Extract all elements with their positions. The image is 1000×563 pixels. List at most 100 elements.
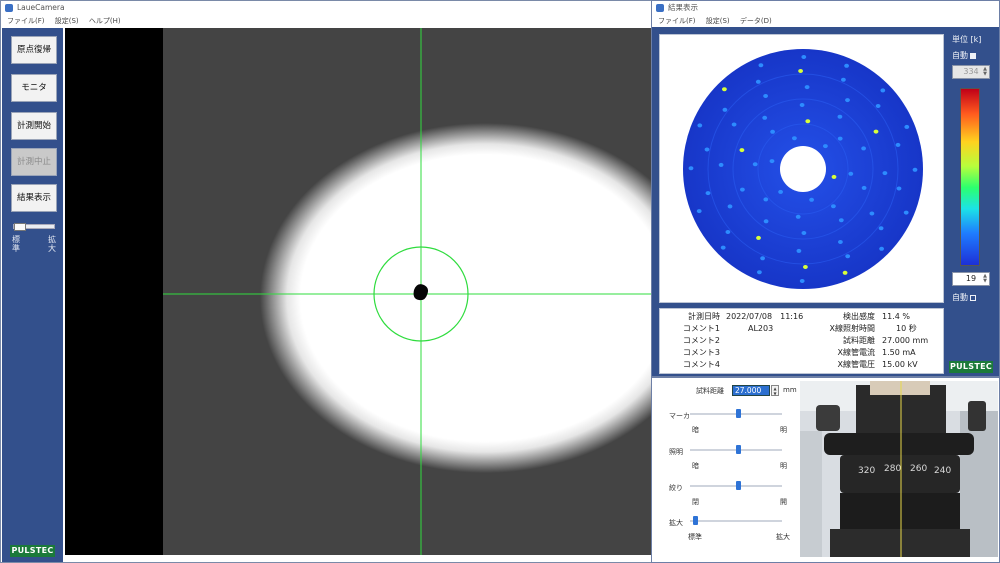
diffraction-spot <box>720 245 726 250</box>
distance-stepper[interactable]: ▲ ▼ <box>771 385 779 396</box>
diffraction-spot <box>798 69 803 73</box>
menu-help[interactable]: ヘルプ(H) <box>89 17 121 25</box>
diffraction-spot <box>842 270 848 275</box>
sample-stage-photo: 320 280 260 240 <box>800 381 998 557</box>
info-row: コメント2 試料距離 27.000 mm <box>660 335 943 347</box>
max-value-spinbox[interactable]: 334 ▲ ▼ <box>952 65 990 79</box>
auto-top-checkbox[interactable] <box>970 52 976 59</box>
diffraction-spot <box>875 104 881 108</box>
camera-zoom-slider[interactable] <box>690 516 782 525</box>
camera-view[interactable] <box>65 28 655 555</box>
zoom-enlarge-label: 拡大 <box>48 235 56 253</box>
diffraction-spot <box>882 171 888 176</box>
diffraction-spot <box>912 167 918 172</box>
main-window-title: LaueCamera <box>17 3 65 12</box>
zoom-enlarge-label-ctl: 拡大 <box>776 533 790 541</box>
diffraction-spot <box>805 119 811 124</box>
auto-top-row[interactable]: 自動 <box>952 50 976 61</box>
aperture-label: 絞り <box>669 484 683 492</box>
measure-stop-button[interactable]: 計測中止 <box>11 148 57 176</box>
aperture-slider[interactable] <box>690 481 782 490</box>
info-value: 2022/07/08 11:16 <box>726 312 804 321</box>
marker-slider[interactable] <box>690 409 782 418</box>
beam-stop-spot <box>413 284 428 301</box>
info-row: コメント1 AL203 X線照射時間 10 秒 <box>660 323 943 335</box>
monitor-button[interactable]: モニタ <box>11 74 57 102</box>
diffraction-spot <box>718 162 724 167</box>
info-key: 検出感度 <box>843 312 875 321</box>
unit-label: 単位 [k] <box>952 35 982 44</box>
dial-number: 280 <box>884 464 901 474</box>
diffraction-spot <box>705 191 711 196</box>
info-key: X線管電圧 <box>837 360 875 369</box>
info-value: 11.4 % <box>882 312 910 321</box>
diffraction-spot <box>845 254 851 259</box>
diffraction-spot <box>770 129 775 134</box>
marker-label: マーカ <box>669 412 690 420</box>
menu-settings[interactable]: 設定(S) <box>55 17 79 25</box>
diffraction-spot <box>801 55 807 59</box>
diffraction-spot <box>801 231 807 235</box>
diffraction-spot <box>848 171 854 176</box>
diffraction-spot <box>903 210 909 215</box>
zoom-slider[interactable] <box>13 223 55 231</box>
result-app-icon <box>656 4 664 12</box>
diffraction-spot <box>752 162 758 167</box>
min-value-spinbox[interactable]: 19 ▲ ▼ <box>952 272 990 286</box>
zoom-slider-thumb[interactable] <box>14 223 26 231</box>
diffraction-spot <box>799 103 805 107</box>
diffraction-spot <box>895 142 901 147</box>
origin-return-button[interactable]: 原点復帰 <box>11 36 57 64</box>
light-label: 照明 <box>669 448 683 456</box>
result-menu-settings[interactable]: 設定(S) <box>706 17 730 25</box>
diffraction-spot <box>809 197 814 202</box>
crosshair-overlay <box>163 28 655 555</box>
diffraction-spot <box>799 279 805 283</box>
marker-slider-thumb[interactable] <box>736 409 741 418</box>
marker-right-label: 明 <box>780 426 787 434</box>
result-menu-data[interactable]: データ(D) <box>740 17 772 25</box>
diffraction-spot <box>758 63 764 68</box>
left-control-panel: 原点復帰 モニタ 計測開始 計測中止 結果表示 標準 拡大 PULSTEC <box>2 28 63 562</box>
diffraction-spot <box>795 214 801 219</box>
spin-arrows-icon[interactable]: ▲ ▼ <box>982 67 988 77</box>
diffraction-spot <box>837 136 843 141</box>
auto-top-label: 自動 <box>952 51 968 60</box>
auto-bottom-row[interactable]: 自動 <box>952 292 976 303</box>
app-icon <box>5 4 13 12</box>
diffraction-spot <box>756 235 761 240</box>
diffraction-spot <box>896 186 902 191</box>
aperture-right-label: 開 <box>780 498 787 506</box>
diffraction-spot <box>878 226 884 231</box>
light-slider-thumb[interactable] <box>736 445 741 454</box>
diffraction-spot <box>763 94 768 98</box>
diffraction-spot <box>688 166 694 171</box>
diffraction-spot <box>845 98 850 103</box>
menu-file[interactable]: ファイル(F) <box>7 17 45 25</box>
camera-control-window: 試料距離 27.000 ▲ ▼ mm マーカ 暗 明 照明 暗 明 絞り 閉 開 … <box>651 377 1000 563</box>
light-slider[interactable] <box>690 445 782 454</box>
zoom-standard-label: 標準 <box>12 235 20 253</box>
diffraction-spot <box>704 147 710 152</box>
max-value: 334 <box>963 67 979 76</box>
marker-left-label: 暗 <box>692 426 699 434</box>
main-window: LaueCamera ファイル(F) 設定(S) ヘルプ(H) 原点復帰 モニタ… <box>0 0 655 563</box>
result-display-button[interactable]: 結果表示 <box>11 184 57 212</box>
info-value: 10 秒 <box>896 324 917 333</box>
auto-bottom-checkbox[interactable] <box>970 294 976 301</box>
main-titlebar: LaueCamera <box>1 1 654 15</box>
measure-start-button[interactable]: 計測開始 <box>11 112 57 140</box>
diffraction-spot <box>722 87 727 92</box>
result-window-title: 結果表示 <box>668 3 698 12</box>
info-key: X線管電流 <box>837 348 875 357</box>
aperture-slider-thumb[interactable] <box>736 481 741 490</box>
diffraction-spot <box>763 219 769 224</box>
distance-input[interactable]: 27.000 <box>732 385 770 396</box>
auto-bottom-label: 自動 <box>952 293 968 302</box>
info-key: コメント4 <box>682 360 720 369</box>
camera-zoom-slider-thumb[interactable] <box>693 516 698 525</box>
info-value: 27.000 mm <box>882 336 929 345</box>
spin-arrows-icon[interactable]: ▲ ▼ <box>982 274 988 284</box>
result-menu-file[interactable]: ファイル(F) <box>658 17 696 25</box>
info-row: コメント3 X線管電流 1.50 mA <box>660 347 943 359</box>
